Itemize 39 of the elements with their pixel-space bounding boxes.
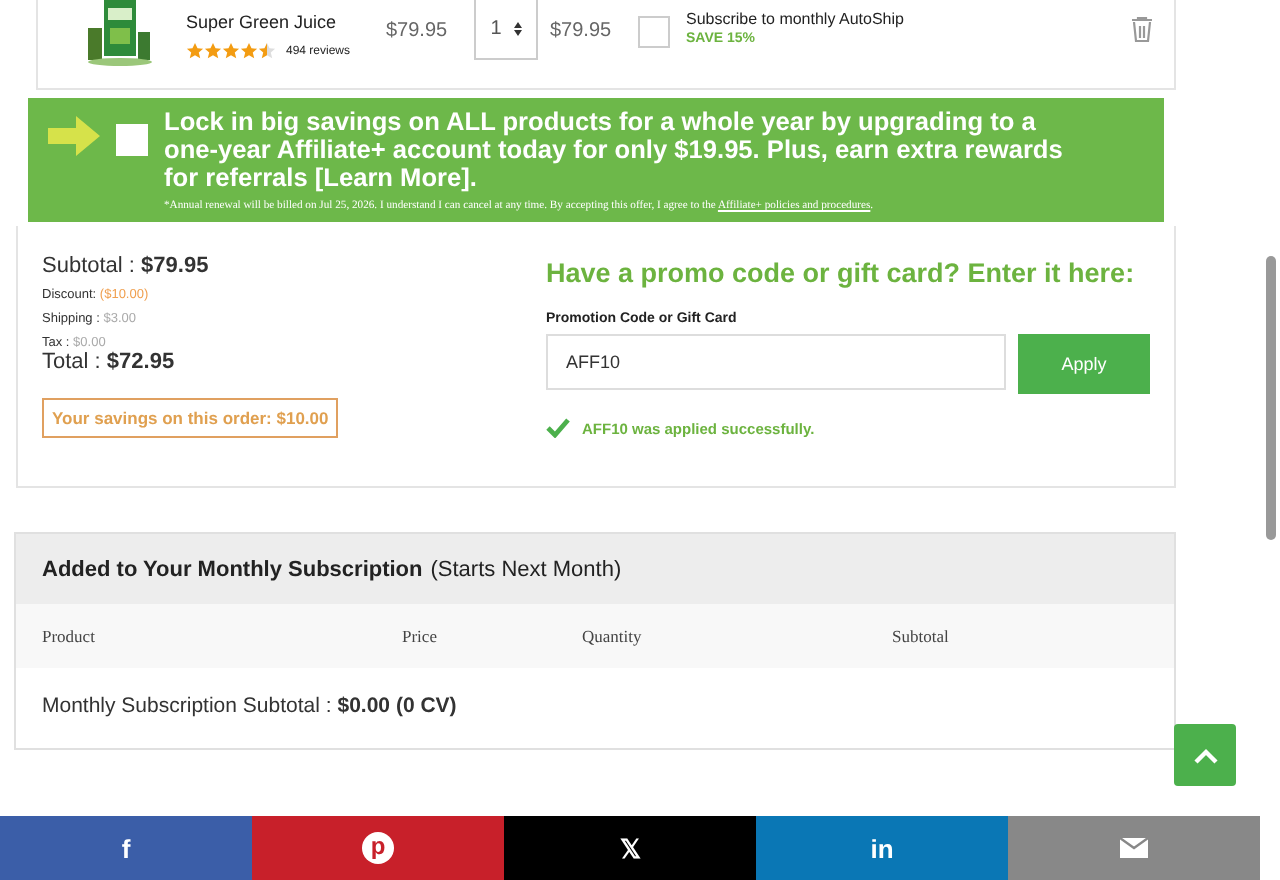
pinterest-share-button[interactable]: p [252, 816, 504, 880]
linkedin-share-button[interactable]: in [756, 816, 1008, 880]
savings-notice: Your savings on this order: $10.00 [42, 398, 339, 438]
star-icon [240, 42, 258, 60]
column-header: Quantity [582, 626, 644, 646]
subscription-title: Added to Your Monthly Subscription [42, 557, 423, 581]
column-header: Subtotal [892, 626, 951, 646]
trash-icon[interactable] [1130, 16, 1154, 42]
subscription-subtotal-label: Monthly Subscription Subtotal : [42, 694, 332, 718]
upgrade-offer-text: Lock in big savings on ALL products for a whole year by upgrading to a one-year Affiliate+ account today for only $19.95. Plus, earn extra rewards for referrals [Learn More]. [164, 108, 1065, 192]
upgrade-checkbox[interactable] [116, 124, 148, 156]
quantity-select[interactable]: 1 [474, 0, 538, 60]
star-icon [222, 42, 240, 60]
star-icon [186, 42, 204, 60]
x-share-button[interactable]: 𝕏 [504, 816, 756, 880]
star-icon [258, 42, 276, 60]
line-total: $79.95 [550, 18, 614, 42]
promo-heading: Have a promo code or gift card? Enter it here: [546, 258, 1137, 288]
subtotal-text: Subtotal : $79.95 [42, 254, 211, 278]
scroll-to-top-button[interactable] [1174, 724, 1236, 786]
scrollbar[interactable] [1266, 256, 1276, 540]
star-icon [204, 42, 222, 60]
column-header: Product [42, 626, 97, 646]
autoship-label: Subscribe to monthly AutoShip [686, 10, 906, 28]
product-name[interactable]: Super Green Juice [186, 12, 386, 32]
spinner-arrows-icon [513, 22, 522, 36]
total-text: Total : $72.95 [42, 350, 177, 374]
column-header: Price [402, 626, 439, 646]
envelope-icon [1120, 838, 1148, 858]
checkmark-icon [546, 418, 570, 438]
promo-code-field[interactable]: AFF10 [546, 334, 1006, 390]
arrow-icon [48, 116, 100, 156]
unit-price: $79.95 [386, 18, 450, 42]
facebook-share-button[interactable]: f [0, 816, 252, 880]
autoship-checkbox[interactable] [638, 16, 670, 48]
subscription-note: (Starts Next Month) [430, 557, 622, 581]
subscription-subtotal-value: $0.00 (0 CV) [337, 694, 457, 718]
email-share-button[interactable] [1008, 816, 1260, 880]
chevron-up-icon [1193, 747, 1217, 763]
